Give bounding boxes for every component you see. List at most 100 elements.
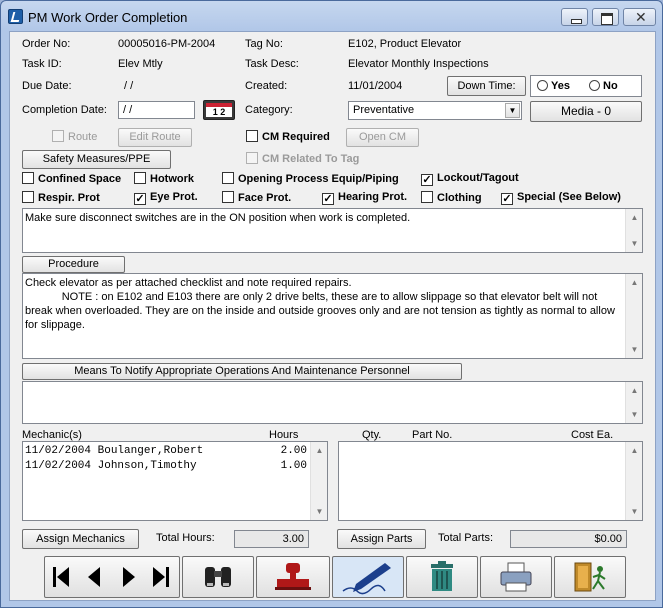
edit-route-button[interactable]: Edit Route — [118, 128, 192, 147]
ppe-checkbox[interactable]: ✓ Lockout/Tagout — [421, 172, 519, 186]
nav-arrows-icon — [53, 567, 169, 587]
parts-list[interactable]: ▲ ▼ — [338, 441, 643, 521]
minimize-button[interactable] — [561, 8, 588, 26]
category-select[interactable]: Preventative ▼ — [348, 101, 522, 120]
ppe-checkbox[interactable]: ✓ Hearing Prot. — [322, 191, 407, 205]
stamp-button[interactable] — [256, 556, 330, 598]
scroll-up-icon[interactable]: ▲ — [627, 443, 642, 458]
window-title: PM Work Order Completion — [28, 10, 188, 25]
mechanics-list[interactable]: 11/02/2004 Boulanger,Robert 2.00 11/02/200… — [22, 441, 328, 521]
ppe-checkbox[interactable]: Clothing — [421, 191, 482, 205]
ppe-checkbox[interactable]: ✓ Special (See Below) — [501, 191, 621, 205]
ppe-checkbox[interactable]: Confined Space — [22, 172, 121, 186]
scrollbar[interactable]: ▲ ▼ — [625, 382, 642, 423]
checkbox-box-icon — [246, 130, 258, 142]
scroll-down-icon[interactable]: ▼ — [312, 504, 327, 519]
printer-icon — [500, 562, 532, 592]
delete-button[interactable] — [406, 556, 478, 598]
sign-button[interactable] — [332, 556, 404, 598]
mechanic-hours: 2.00 — [280, 445, 307, 457]
cm-required-label: CM Required — [262, 131, 330, 143]
radio-circle-icon — [537, 80, 548, 91]
scrollbar[interactable]: ▲ ▼ — [625, 274, 642, 358]
checkmark-icon: ✓ — [421, 174, 433, 186]
due-date-value: / / — [124, 80, 134, 92]
chevron-down-icon[interactable]: ▼ — [505, 103, 520, 118]
part-no-header: Part No. — [412, 429, 453, 441]
ppe-checkbox[interactable]: Face Prot. — [222, 191, 291, 205]
last-record-icon — [153, 567, 169, 587]
ppe-checkbox[interactable]: Hotwork — [134, 172, 194, 186]
category-value: Preventative — [353, 104, 415, 116]
scroll-up-icon[interactable]: ▲ — [627, 275, 642, 290]
ppe-checkbox[interactable]: ✓ Eye Prot. — [134, 191, 198, 205]
scrollbar[interactable]: ▲ ▼ — [310, 442, 327, 520]
find-button[interactable] — [182, 556, 254, 598]
total-parts-label: Total Parts: — [438, 532, 494, 544]
scrollbar[interactable]: ▲ ▼ — [625, 209, 642, 252]
ppe-checkbox[interactable]: Respir. Prot — [22, 191, 100, 205]
task-desc-label: Task Desc: — [245, 58, 299, 70]
checkmark-icon: ✓ — [322, 193, 334, 205]
task-desc-value: Elevator Monthly Inspections — [348, 58, 489, 70]
cm-related-checkbox[interactable]: CM Related To Tag — [246, 152, 359, 166]
mechanic-row[interactable]: 11/02/2004 Johnson,Timothy 1.00 — [25, 459, 325, 474]
cm-required-checkbox[interactable]: CM Required — [246, 130, 330, 144]
calendar-button[interactable]: 1 2 — [203, 100, 235, 120]
ppe-checkbox[interactable]: Opening Process Equip/Piping — [222, 172, 399, 186]
safety-measures-button[interactable]: Safety Measures/PPE — [22, 150, 171, 169]
ppe-label: Respir. Prot — [38, 192, 100, 204]
yes-radio[interactable]: Yes — [537, 80, 570, 92]
maximize-button[interactable] — [592, 8, 619, 26]
binoculars-icon — [205, 567, 231, 587]
scroll-down-icon[interactable]: ▼ — [627, 236, 642, 251]
checkbox-box-icon — [246, 152, 258, 164]
checkbox-box-icon — [22, 172, 34, 184]
ppe-label: Lockout/Tagout — [437, 172, 519, 184]
ppe-label: Hearing Prot. — [338, 191, 408, 203]
scroll-down-icon[interactable]: ▼ — [627, 342, 642, 357]
checkbox-box-icon — [52, 130, 64, 142]
down-time-button[interactable]: Down Time: — [447, 76, 526, 96]
completion-date-input[interactable]: / / — [118, 101, 195, 119]
print-button[interactable] — [480, 556, 552, 598]
next-record-icon — [123, 567, 135, 587]
cm-related-label: CM Related To Tag — [262, 153, 360, 165]
mechanic-row[interactable]: 11/02/2004 Boulanger,Robert 2.00 — [25, 444, 325, 459]
assign-parts-button[interactable]: Assign Parts — [337, 529, 426, 549]
mechanic-entry: 11/02/2004 Johnson,Timothy — [25, 460, 197, 472]
media-button[interactable]: Media - 0 — [530, 101, 642, 122]
tag-no-label: Tag No: — [245, 38, 283, 50]
total-hours-value: 3.00 — [234, 530, 309, 548]
special-instructions-textarea[interactable]: Make sure disconnect switches are in the… — [22, 208, 643, 253]
route-checkbox[interactable]: Route — [52, 130, 97, 144]
cost-header: Cost Ea. — [571, 429, 614, 441]
procedure-button[interactable]: Procedure — [22, 256, 125, 273]
scrollbar[interactable]: ▲ ▼ — [625, 442, 642, 520]
task-id-label: Task ID: — [22, 58, 62, 70]
no-radio[interactable]: No — [589, 80, 618, 92]
scroll-up-icon[interactable]: ▲ — [312, 443, 327, 458]
scroll-down-icon[interactable]: ▼ — [627, 407, 642, 422]
procedure-textarea[interactable]: Check elevator as per attached checklist… — [22, 273, 643, 359]
procedure-note: NOTE : on E102 and E103 there are only 2… — [25, 291, 618, 331]
scroll-up-icon[interactable]: ▲ — [627, 210, 642, 225]
no-label: No — [603, 80, 618, 92]
ppe-label: Face Prot. — [238, 192, 292, 204]
notify-personnel-button[interactable]: Means To Notify Appropriate Operations A… — [22, 363, 462, 380]
open-cm-button[interactable]: Open CM — [346, 128, 419, 147]
category-label: Category: — [245, 104, 293, 116]
scroll-up-icon[interactable]: ▲ — [627, 383, 642, 398]
notify-textarea[interactable]: ▲ ▼ — [22, 381, 643, 424]
checkbox-box-icon — [134, 172, 146, 184]
close-button[interactable]: ✕ — [623, 8, 656, 26]
assign-mechanics-button[interactable]: Assign Mechanics — [22, 529, 139, 549]
scroll-down-icon[interactable]: ▼ — [627, 504, 642, 519]
record-navigation — [44, 556, 180, 598]
mechanic-entry: 11/02/2004 Boulanger,Robert — [25, 445, 204, 457]
completion-date-label: Completion Date: — [22, 104, 107, 116]
checkmark-icon: ✓ — [501, 193, 513, 205]
exit-button[interactable] — [554, 556, 626, 598]
mechanic-hours: 1.00 — [280, 460, 307, 472]
title-bar: PM Work Order Completion ✕ — [1, 1, 662, 31]
